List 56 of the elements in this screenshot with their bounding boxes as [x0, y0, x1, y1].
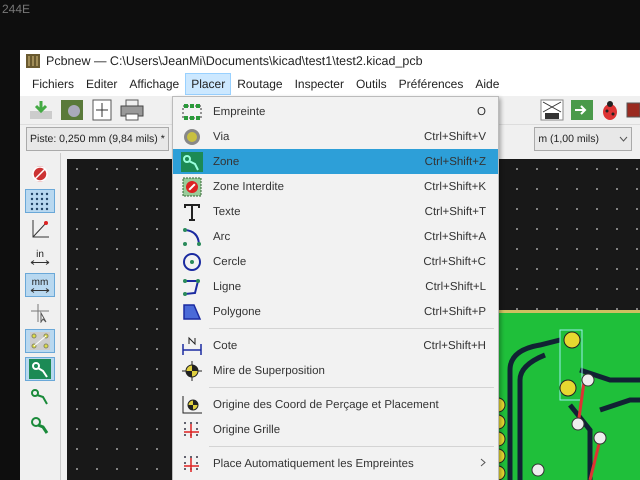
printer-icon[interactable] [120, 99, 144, 121]
menu-item[interactable]: Mire de Superposition [173, 358, 498, 383]
menu-item[interactable]: Origine des Coord de Perçage et Placement [173, 392, 498, 417]
menu-title[interactable]: Editer [80, 73, 124, 95]
menu-item[interactable]: Cote Ctrl+Shift+H [173, 333, 498, 358]
double-arrow-icon [30, 288, 50, 292]
letter-t-icon [183, 202, 201, 222]
menu-item[interactable]: Empreinte O [173, 99, 498, 124]
grid-dropdown[interactable]: m (1,00 mils) [534, 127, 632, 151]
arc-icon [182, 226, 202, 246]
download-icon[interactable] [28, 99, 54, 121]
menu-item[interactable]: Ligne Ctrl+Shift+L [173, 274, 498, 299]
menu-title[interactable]: Aide [469, 73, 506, 95]
dimension-icon [181, 336, 203, 356]
via-icon [182, 126, 202, 146]
menu-item[interactable]: Arc Ctrl+Shift+A [173, 224, 498, 249]
menu-item[interactable]: Polygone Ctrl+Shift+P [173, 299, 498, 324]
page-size-icon[interactable] [90, 99, 114, 121]
app-icon [26, 54, 40, 68]
chevron-right-icon [480, 458, 486, 466]
polyline-icon [182, 276, 202, 296]
monitor-label: 244E [1, 1, 32, 18]
menu-item[interactable]: Via Ctrl+Shift+V [173, 124, 498, 149]
grid-origin-icon [182, 454, 202, 474]
circle-icon [182, 252, 202, 272]
menu-item[interactable]: Cercle Ctrl+Shift+C [173, 249, 498, 274]
chevron-down-icon [619, 136, 628, 142]
origin-axes-icon [181, 394, 203, 414]
menu-item[interactable]: Zone Ctrl+Shift+Z [173, 149, 498, 174]
ratsnest-icon[interactable] [25, 329, 55, 353]
menu-title[interactable]: Préférences [392, 73, 470, 95]
menu-item[interactable]: Place Automatiquement les Empreintes [173, 451, 498, 476]
menu-title[interactable]: Placer [185, 73, 232, 95]
menu-item[interactable]: Texte Ctrl+Shift+T [173, 199, 498, 224]
no-entry-icon [182, 176, 202, 196]
menu-title[interactable]: Fichiers [26, 73, 80, 95]
grid-icon[interactable] [25, 189, 55, 213]
window-title: Pcbnew — C:\Users\JeanMi\Documents\kicad\test1\test2.kicad_pcb [46, 54, 423, 68]
polygon-icon [182, 302, 202, 322]
menu-title[interactable]: Affichage [123, 73, 186, 95]
grid-origin-icon [182, 420, 202, 440]
menu-item[interactable]: Origine Grille [173, 417, 498, 442]
menu-title[interactable]: Routage [231, 73, 289, 95]
double-arrow-icon [30, 260, 50, 264]
netlist-icon[interactable] [540, 99, 564, 121]
track-width-dropdown[interactable]: Piste: 0,250 mm (9,84 mils) * [26, 127, 169, 151]
target-icon [181, 360, 203, 380]
zone-icon [181, 152, 203, 172]
menu-item[interactable]: Zone Interdite Ctrl+Shift+K [173, 174, 498, 199]
footprint-icon [181, 102, 203, 122]
track-icon[interactable] [25, 357, 55, 381]
menu-title[interactable]: Inspecter [288, 73, 350, 95]
unit-toggle[interactable]: in [25, 245, 55, 269]
ladybug-icon[interactable] [600, 99, 620, 121]
menu-title[interactable]: Outils [350, 73, 393, 95]
unit-toggle[interactable]: mm [25, 273, 55, 297]
